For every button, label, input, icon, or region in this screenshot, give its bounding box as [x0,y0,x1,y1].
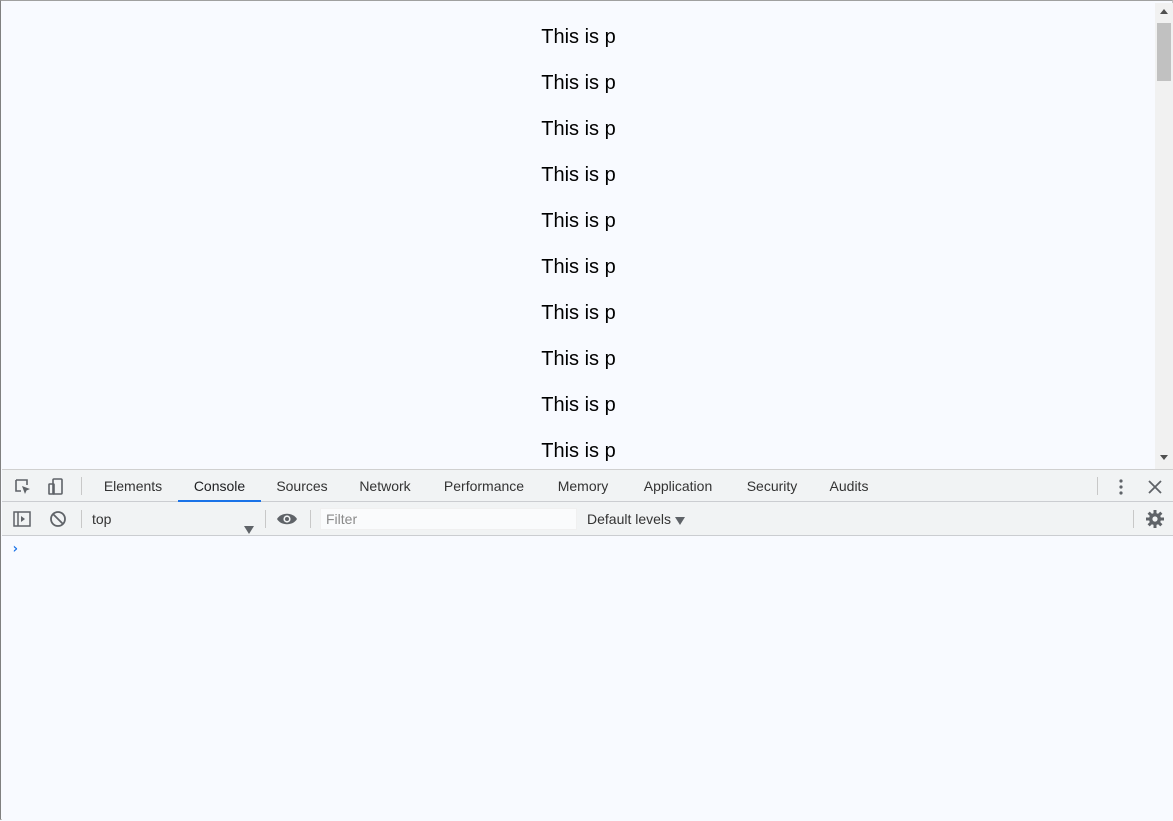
scrollbar-thumb[interactable] [1157,23,1171,81]
toolbar-divider [81,510,82,528]
tab-audits[interactable]: Audits [814,470,884,502]
page-scrollbar[interactable] [1155,3,1173,469]
paragraph: This is p [541,302,616,324]
clear-console-icon[interactable] [47,508,69,530]
devtools-panel: Elements Console Sources Network Perform… [2,469,1173,821]
paragraph: This is p [541,440,616,462]
close-icon[interactable] [1144,476,1166,498]
toolbar-divider [310,510,311,528]
filter-input[interactable] [320,508,577,530]
log-levels-label: Default levels [587,511,672,527]
context-selector[interactable]: top [86,506,258,534]
show-sidebar-icon[interactable] [11,508,33,530]
tab-memory[interactable]: Memory [541,470,625,502]
devtools-tabbar: Elements Console Sources Network Perform… [2,470,1173,502]
toolbar-divider [265,510,266,528]
tab-sources[interactable]: Sources [262,470,342,502]
console-prompt-icon: › [11,541,20,557]
tab-network[interactable]: Network [343,470,427,502]
console-toolbar: top Default levels [2,502,1173,536]
paragraph: This is p [541,26,616,48]
browser-window: This is p This is p This is p This is p … [0,0,1173,821]
scroll-up-arrow-icon[interactable] [1155,3,1173,19]
paragraph: This is p [541,394,616,416]
tab-performance[interactable]: Performance [428,470,540,502]
page-viewport: This is p This is p This is p This is p … [2,3,1155,469]
paragraph: This is p [541,210,616,232]
gear-icon[interactable] [1144,508,1166,530]
more-vertical-icon[interactable] [1110,476,1132,498]
inspect-element-icon[interactable] [12,476,34,498]
log-levels-dropdown[interactable]: Default levels [587,508,686,531]
dropdown-arrow-icon [675,509,686,531]
paragraph: This is p [541,118,616,140]
context-label: top [92,511,112,527]
tab-console[interactable]: Console [178,470,261,502]
paragraph: This is p [541,348,616,370]
toolbar-divider [81,477,82,495]
paragraph: This is p [541,256,616,278]
paragraph: This is p [541,164,616,186]
scroll-down-arrow-icon[interactable] [1155,449,1173,465]
device-toolbar-icon[interactable] [45,476,67,498]
eye-icon[interactable] [276,508,298,530]
tab-elements[interactable]: Elements [89,470,177,502]
console-output[interactable]: › [2,537,1173,821]
paragraph: This is p [541,72,616,94]
tab-security[interactable]: Security [731,470,813,502]
toolbar-divider [1133,510,1134,528]
tab-application[interactable]: Application [626,470,730,502]
toolbar-divider [1097,477,1098,495]
